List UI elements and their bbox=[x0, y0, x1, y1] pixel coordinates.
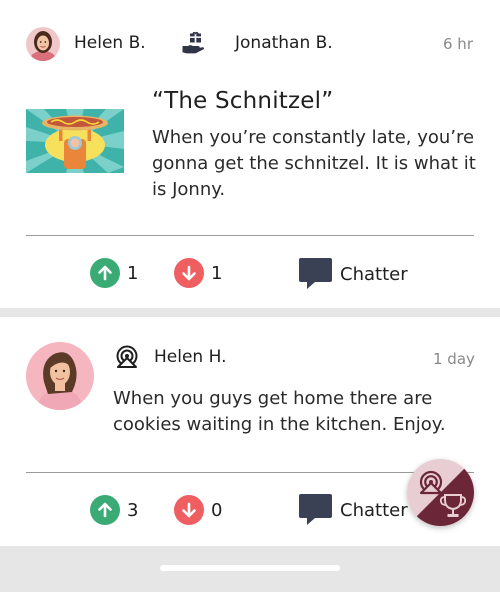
divider bbox=[26, 235, 474, 236]
downvote-arrow-icon bbox=[174, 495, 204, 525]
upvote-arrow-icon bbox=[90, 495, 120, 525]
upvote-button[interactable]: 3 bbox=[90, 495, 138, 525]
avatar-helen-h[interactable] bbox=[26, 342, 94, 410]
chat-bubble-icon bbox=[299, 258, 332, 290]
upvote-arrow-icon bbox=[90, 258, 120, 288]
downvote-arrow-icon bbox=[174, 258, 204, 288]
post-body-line: cookies waiting in the kitchen. Enjoy. bbox=[113, 414, 446, 435]
post-time: 1 day bbox=[433, 350, 475, 368]
post-time: 6 hr bbox=[443, 35, 473, 53]
chatter-button[interactable]: Chatter bbox=[299, 258, 408, 290]
recipient-name[interactable]: Jonathan B. bbox=[235, 33, 333, 53]
chatter-label: Chatter bbox=[340, 499, 408, 521]
chat-bubble-icon bbox=[299, 494, 332, 526]
post-body: When you guys get home there are cookies… bbox=[113, 386, 446, 438]
upvote-count: 1 bbox=[127, 262, 139, 284]
post-title: “The Schnitzel” bbox=[152, 88, 334, 114]
chatter-label: Chatter bbox=[340, 263, 408, 285]
upvote-count: 3 bbox=[127, 499, 139, 521]
downvote-button[interactable]: 1 bbox=[174, 258, 222, 288]
post-body-line: is Jonny. bbox=[152, 179, 226, 200]
post-body-line: When you guys get home there are bbox=[113, 388, 433, 409]
floating-action-button[interactable] bbox=[407, 459, 474, 526]
post-body-line: When you’re constantly late, you’re bbox=[152, 127, 475, 148]
feed-separator bbox=[0, 308, 500, 317]
upvote-button[interactable]: 1 bbox=[90, 258, 138, 288]
chatter-button[interactable]: Chatter bbox=[299, 494, 408, 526]
feed-card-1[interactable]: Helen B. Jonathan B. 6 hr “The Schnitzel… bbox=[0, 0, 500, 308]
downvote-count: 0 bbox=[211, 499, 223, 521]
broadcast-icon bbox=[115, 344, 139, 368]
post-body: When you’re constantly late, you’re gonn… bbox=[152, 125, 476, 203]
post-image[interactable] bbox=[26, 109, 124, 173]
author-name[interactable]: Helen H. bbox=[154, 347, 227, 367]
downvote-count: 1 bbox=[211, 262, 223, 284]
gift-hand-icon bbox=[181, 31, 205, 55]
divider bbox=[26, 472, 474, 473]
sender-name[interactable]: Helen B. bbox=[74, 33, 146, 53]
post-body-line: gonna get the schnitzel. It is what it bbox=[152, 153, 476, 174]
home-indicator[interactable] bbox=[160, 565, 340, 571]
avatar-helen-b[interactable] bbox=[26, 27, 60, 61]
downvote-button[interactable]: 0 bbox=[174, 495, 222, 525]
